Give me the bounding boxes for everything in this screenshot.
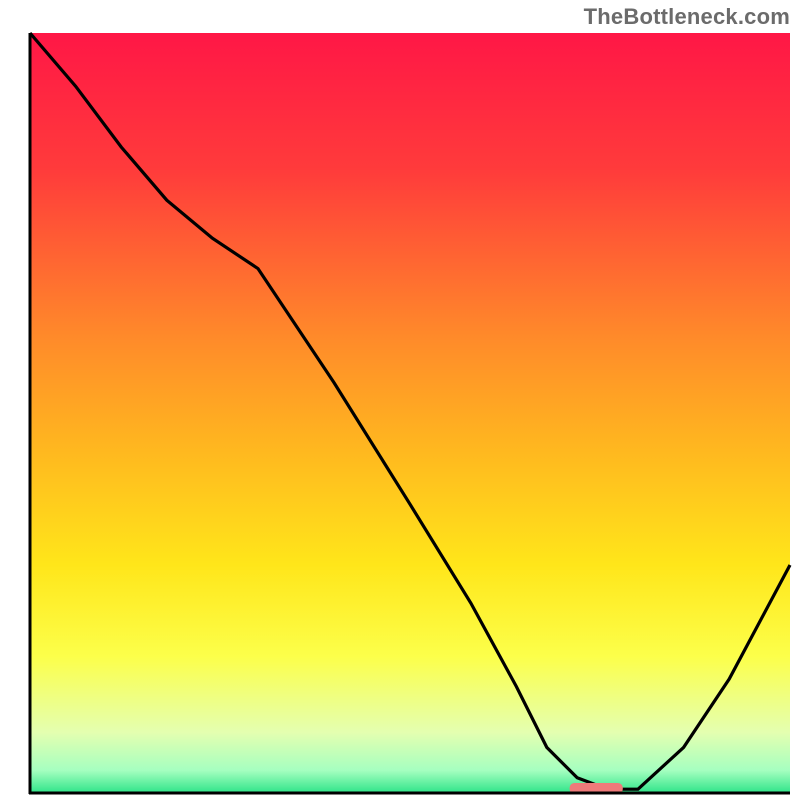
plot-background: [30, 33, 790, 793]
bottleneck-chart: [0, 0, 800, 800]
chart-wrap: TheBottleneck.com: [0, 0, 800, 800]
watermark-text: TheBottleneck.com: [584, 4, 790, 30]
